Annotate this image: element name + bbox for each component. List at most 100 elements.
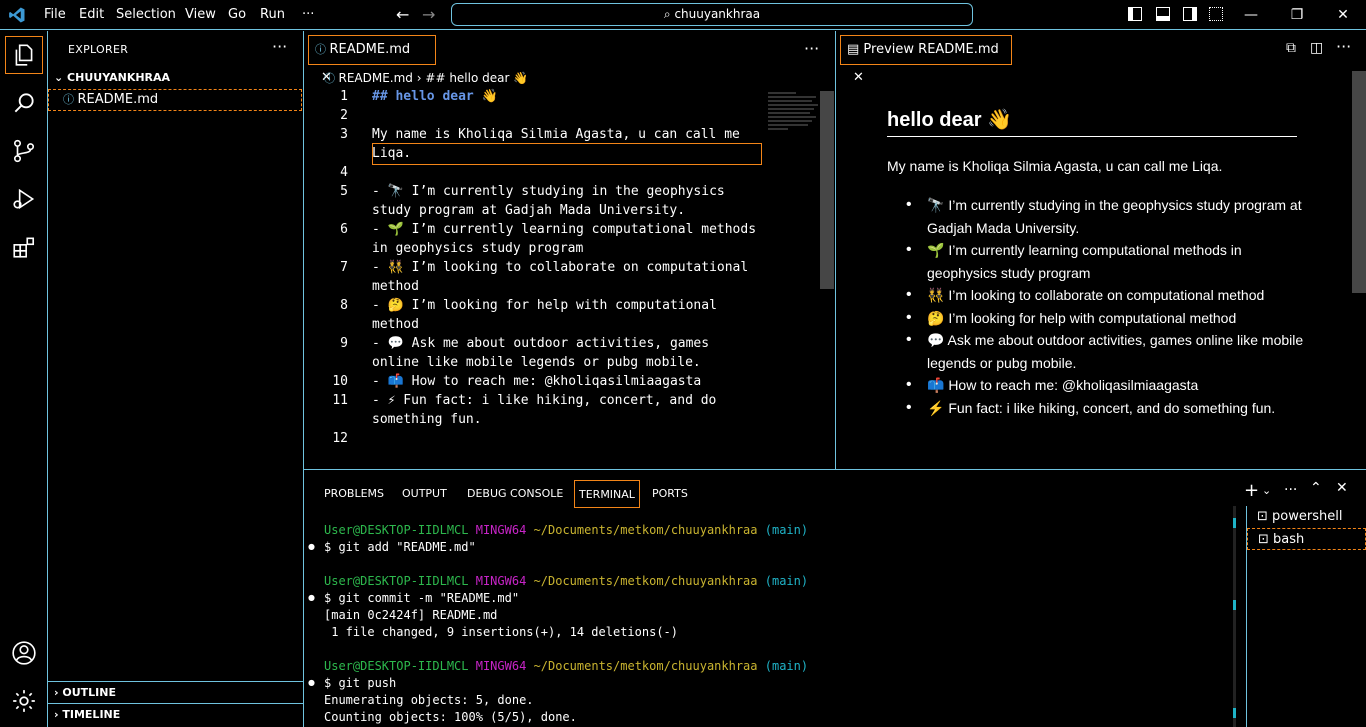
vscode-logo-icon xyxy=(9,7,25,23)
forward-arrow-icon[interactable]: → xyxy=(422,5,435,24)
command-decoration-icon: ● xyxy=(308,542,315,551)
output-line: Counting objects: 100% (5/5), done. xyxy=(324,710,577,724)
close-window-icon[interactable]: ✕ xyxy=(1320,0,1366,30)
folder-header[interactable]: ⌄ CHUUYANKHRAA xyxy=(48,67,304,89)
line-text: My name is Kholiqa Silmia Agasta, u can … xyxy=(372,127,740,142)
close-tab-icon[interactable]: ✕ xyxy=(853,70,864,85)
terminal-powershell[interactable]: ⊡ powershell xyxy=(1247,506,1366,528)
tab-readme[interactable]: ⓘ README.md ✕ xyxy=(308,35,436,85)
tab-problems[interactable]: PROBLEMS xyxy=(320,480,388,508)
prompt-line: User@DESKTOP-IIDLMCL MINGW64 ~/Documents… xyxy=(324,523,809,537)
restore-icon[interactable]: ❐ xyxy=(1274,0,1320,30)
menu-view[interactable]: View xyxy=(183,0,218,30)
preview-list-item: 🔭 I’m currently studying in the geophysi… xyxy=(906,194,1306,239)
menu-edit[interactable]: Edit xyxy=(77,0,106,30)
line-text: something fun. xyxy=(372,412,482,427)
explorer-title: EXPLORER xyxy=(68,43,129,56)
preview-list: 🔭 I’m currently studying in the geophysi… xyxy=(906,194,1306,419)
line-number: 2 xyxy=(340,108,348,123)
search-icon: ⌕ xyxy=(663,7,675,21)
breadcrumb-symbol[interactable]: ## hello dear 👋 xyxy=(425,71,528,85)
scroll-marker xyxy=(1233,708,1236,718)
prompt-line: User@DESKTOP-IIDLMCL MINGW64 ~/Documents… xyxy=(324,574,809,588)
explorer-sidebar: EXPLORER ··· ⌄ CHUUYANKHRAA ⓘ README.md … xyxy=(48,31,304,727)
line-text: - 🌱 I’m currently learning computational… xyxy=(372,222,757,237)
outline-section[interactable]: › OUTLINE xyxy=(48,681,304,703)
menu-more[interactable]: ··· xyxy=(300,0,316,30)
preview-intro: My name is Kholiqa Silmia Agasta, u can … xyxy=(887,158,1223,174)
editor-scrollbar[interactable] xyxy=(820,91,834,289)
line-text: - 🔭 I’m currently studying in the geophy… xyxy=(372,184,725,199)
command-line: $ git commit -m "README.md" xyxy=(324,591,520,605)
line-text: - 💬 Ask me about outdoor activities, gam… xyxy=(372,336,710,351)
more-actions-icon[interactable]: ··· xyxy=(272,37,287,56)
tab-preview-readme[interactable]: ▤ Preview README.md ✕ xyxy=(840,35,1012,85)
terminal-bash[interactable]: ⊡ bash xyxy=(1247,528,1366,550)
info-file-icon: ⓘ xyxy=(315,43,330,56)
file-name: README.md xyxy=(77,92,159,107)
tab-terminal[interactable]: TERMINAL xyxy=(574,480,640,508)
menu-run[interactable]: Run xyxy=(258,0,287,30)
folder-name: CHUUYANKHRAA xyxy=(67,71,171,84)
tab-output[interactable]: OUTPUT xyxy=(398,480,451,508)
open-source-icon[interactable]: ⧉ xyxy=(1286,40,1296,56)
line-number: 12 xyxy=(332,431,348,446)
line-number: 9 xyxy=(340,336,348,351)
command-line: $ git push xyxy=(324,676,397,690)
customize-layout-icon[interactable] xyxy=(1209,7,1223,21)
minimize-icon[interactable]: — xyxy=(1228,0,1274,30)
line-number: 5 xyxy=(340,184,348,199)
toggle-secondary-sidebar-icon[interactable] xyxy=(1183,7,1197,21)
terminal-scrollbar[interactable] xyxy=(1233,506,1236,727)
accounts-icon[interactable] xyxy=(0,629,48,677)
title-bar: File Edit Selection View Go Run ··· ← → … xyxy=(0,0,1366,30)
output-line: Enumerating objects: 5, done. xyxy=(324,693,534,707)
line-text: online like mobile legends or pubg mobil… xyxy=(372,355,701,370)
tab-label: Preview README.md xyxy=(863,42,999,57)
editor-more-icon[interactable]: ··· xyxy=(804,39,819,58)
toggle-panel-icon[interactable] xyxy=(1156,7,1170,21)
explorer-icon[interactable] xyxy=(0,31,48,79)
command-center-search[interactable]: ⌕ chuuyankhraa xyxy=(451,3,973,26)
line-number: 6 xyxy=(340,222,348,237)
tab-debug-console[interactable]: DEBUG CONSOLE xyxy=(463,480,567,508)
search-view-icon[interactable] xyxy=(0,79,48,127)
minimap[interactable] xyxy=(768,91,820,133)
menu-selection[interactable]: Selection xyxy=(114,0,178,30)
menu-file[interactable]: File xyxy=(42,0,68,30)
maximize-panel-icon[interactable]: ⌃ xyxy=(1310,480,1322,496)
toggle-sidebar-icon[interactable] xyxy=(1128,7,1142,21)
back-arrow-icon[interactable]: ← xyxy=(396,5,409,24)
line-number: 1 xyxy=(340,89,348,104)
timeline-section[interactable]: › TIMELINE xyxy=(48,703,304,725)
preview-list-item: 👯 I’m looking to collaborate on computat… xyxy=(906,284,1306,307)
command-decoration-icon: ● xyxy=(308,593,315,602)
run-debug-icon[interactable] xyxy=(0,175,48,223)
line-text: method xyxy=(372,317,419,332)
menu-go[interactable]: Go xyxy=(226,0,248,30)
line-text: - 📫 How to reach me: @kholiqasilmiaagast… xyxy=(372,374,702,389)
source-control-icon[interactable] xyxy=(0,127,48,175)
output-line: 1 file changed, 9 insertions(+), 14 dele… xyxy=(324,625,679,639)
tab-ports[interactable]: PORTS xyxy=(648,480,692,508)
editor-group-source: ⓘ README.md ✕ ··· ⓘ README.md › ## hello… xyxy=(304,31,836,469)
line-text: - ⚡ Fun fact: i like hiking, concert, an… xyxy=(372,393,717,408)
scroll-marker xyxy=(1233,518,1236,528)
chevron-down-icon[interactable]: ⌄ xyxy=(1262,484,1271,497)
preview-more-icon[interactable]: ··· xyxy=(1336,37,1351,56)
panel-more-icon[interactable]: ··· xyxy=(1284,482,1297,498)
new-terminal-icon[interactable]: + xyxy=(1244,480,1259,501)
line-text: in geophysics study program xyxy=(372,241,584,256)
extensions-icon[interactable] xyxy=(0,223,48,271)
close-panel-icon[interactable]: ✕ xyxy=(1336,480,1348,496)
split-editor-icon[interactable]: ◫ xyxy=(1310,40,1323,56)
preview-heading: hello dear 👋 xyxy=(887,107,1297,137)
line-number: 3 xyxy=(340,127,348,142)
line-number: 7 xyxy=(340,260,348,275)
file-readme[interactable]: ⓘ README.md xyxy=(48,89,302,111)
line-text: study program at Gadjah Mada University. xyxy=(372,203,686,218)
breadcrumb-file[interactable]: README.md xyxy=(339,71,413,85)
preview-list-item: 💬 Ask me about outdoor activities, games… xyxy=(906,329,1306,374)
settings-gear-icon[interactable] xyxy=(0,677,48,725)
preview-scrollbar[interactable] xyxy=(1352,71,1366,293)
